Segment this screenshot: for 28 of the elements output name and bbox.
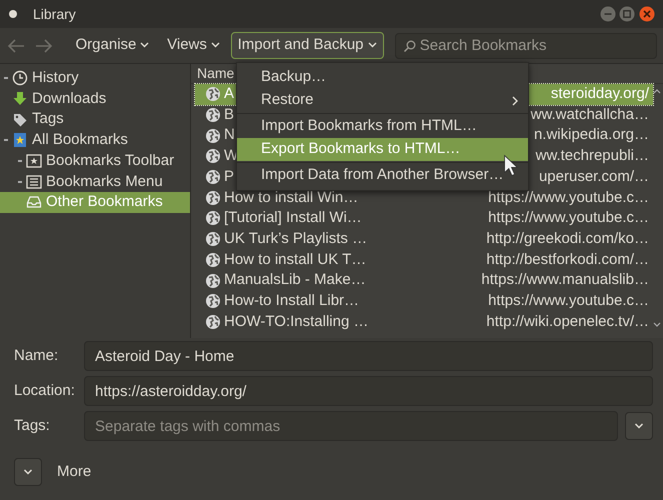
bookmark-location: uperuser.com/…	[538, 166, 649, 187]
bookmark-location: https://www.youtube.c…	[488, 290, 649, 311]
field-label: Location:	[14, 380, 76, 401]
bookmark-location: n.wikipedia.org…	[534, 125, 649, 146]
bookmark-name: How to install Win…	[224, 188, 358, 208]
bookmark-name: [Tutorial] Install Wi…	[224, 208, 362, 228]
bookmark-name: ManualsLib - Make…	[224, 270, 366, 290]
bookmark-location: http://greekodi.com/ko…	[486, 228, 649, 249]
bookmark-location: http://wiki.openelec.tv/…	[486, 312, 649, 332]
bookmark-location: https://www.youtube.c…	[488, 188, 649, 208]
bookmark-location: https://www.manualslib…	[481, 270, 649, 290]
bookmark-name: UK Turk’s Playlists …	[224, 228, 368, 249]
bookmark-location: ww.techrepubli…	[536, 146, 649, 166]
bookmark-location: ww.watchallcha…	[530, 104, 649, 125]
bookmark-name: HOW-TO:Installing …	[224, 312, 368, 332]
field-label: Tags:	[14, 416, 51, 436]
bookmark-name: A	[224, 84, 234, 104]
bookmark-location: http://bestforkodi.com/…	[486, 250, 649, 270]
bookmark-name: B	[224, 104, 234, 125]
bookmark-name: P	[224, 166, 234, 187]
bookmark-location: https://www.youtube.c…	[488, 208, 649, 228]
field-label: Name:	[14, 346, 60, 366]
bookmark-name: How-to Install Libr…	[224, 290, 360, 311]
more-label: More	[57, 462, 92, 482]
bookmark-name: How to install UK T…	[224, 250, 366, 270]
bookmark-name: N	[224, 125, 235, 146]
window-title: Library	[33, 4, 76, 24]
bookmark-location: steroidday.org/	[550, 84, 649, 104]
